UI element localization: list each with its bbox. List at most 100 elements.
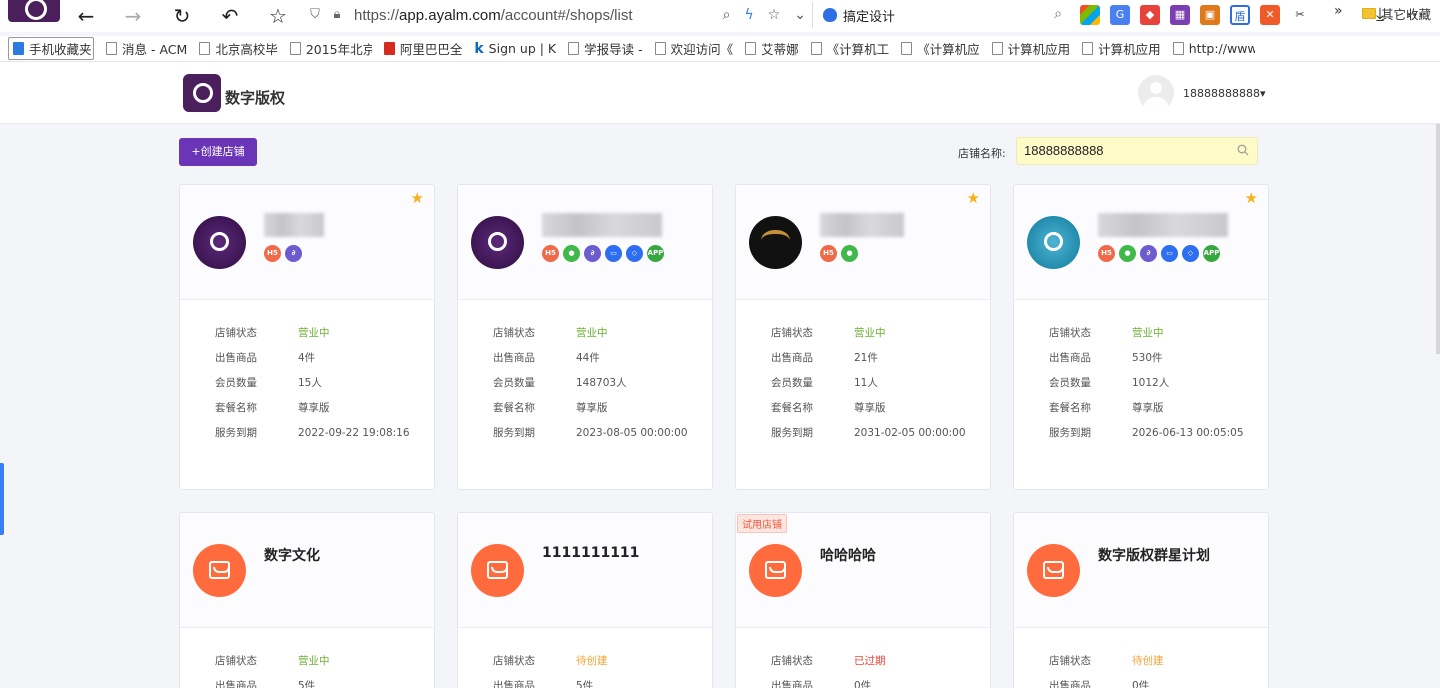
shop-name-redacted bbox=[542, 213, 662, 237]
bookmark-item[interactable]: 计算机应用 bbox=[1082, 39, 1161, 58]
site-favicon-tab[interactable] bbox=[8, 0, 60, 22]
bookmarks-overflow-icon[interactable]: » bbox=[1334, 3, 1343, 19]
bookmark-star-icon[interactable]: ☆ bbox=[266, 4, 290, 28]
undo-icon[interactable]: ↶ bbox=[218, 4, 242, 28]
address-bar[interactable]: ⛉ 🔒︎ https://app.ayalm.com/account#/shop… bbox=[306, 2, 806, 28]
scissors-icon[interactable]: ✂ bbox=[1290, 5, 1310, 25]
bookmark-item[interactable]: 艾蒂娜 bbox=[745, 39, 799, 58]
wechat-badge-icon: ● bbox=[841, 245, 858, 262]
info-row-plan: 套餐名称 尊享版 bbox=[736, 395, 990, 420]
other-bookmarks[interactable]: 其它收藏 bbox=[1362, 4, 1431, 23]
zoom-icon[interactable]: ⌕ bbox=[723, 7, 731, 23]
bookmark-label: 学报导读 - bbox=[584, 42, 643, 57]
search-box[interactable]: 搞定设计 ⌕ bbox=[812, 2, 1068, 28]
info-value-goods: 44件 bbox=[576, 352, 600, 364]
info-label: 出售商品 bbox=[215, 352, 257, 364]
logo-ring-icon bbox=[1044, 232, 1063, 251]
info-label: 会员数量 bbox=[1049, 377, 1091, 389]
apps-icon[interactable] bbox=[1080, 5, 1100, 25]
info-label: 会员数量 bbox=[215, 377, 257, 389]
web-badge-icon: ◇ bbox=[1182, 245, 1199, 262]
brand-logo-icon[interactable] bbox=[183, 74, 221, 112]
info-value-status: 营业中 bbox=[854, 327, 886, 339]
shield-icon[interactable]: ⛉ bbox=[306, 6, 324, 24]
create-shop-button[interactable]: +创建店铺 bbox=[179, 138, 257, 166]
film-icon[interactable]: ▣ bbox=[1200, 5, 1220, 25]
lightning-icon[interactable]: ϟ bbox=[744, 7, 753, 23]
info-row-status: 店铺状态 营业中 bbox=[736, 320, 990, 345]
shop-name-search-input[interactable]: 18888888888 bbox=[1016, 137, 1258, 165]
dropdown-chevron-icon[interactable]: ⌄ bbox=[794, 7, 806, 23]
shop-card[interactable]: 数字版权群星计划 店铺状态 待创建 出售商品 0件 bbox=[1013, 512, 1269, 688]
shop-card[interactable]: ★ H5 ● 店铺状态 营业中 出售商品 21件 会员数量 11人 套餐名称 尊享版 服务到期 2031… bbox=[735, 184, 991, 490]
shop-card[interactable]: H5 ● ∂ ▭ ◇ APP 店铺状态 营业中 出售商品 44件 会员数量 148703人 套餐名称 尊享… bbox=[457, 184, 713, 490]
cube-icon[interactable]: ◆ bbox=[1140, 5, 1160, 25]
info-label: 服务到期 bbox=[215, 427, 257, 439]
translate-icon[interactable]: G bbox=[1110, 5, 1130, 25]
star-icon[interactable]: ★ bbox=[1245, 189, 1258, 207]
favorite-icon[interactable]: ☆ bbox=[768, 7, 781, 23]
bookmark-item[interactable]: 学报导读 - bbox=[568, 39, 643, 58]
bookmark-item[interactable]: 欢迎访问《 bbox=[654, 39, 733, 58]
shop-card-header: 数字文化 bbox=[180, 513, 434, 628]
info-row-goods: 出售商品 0件 bbox=[1014, 673, 1268, 688]
url-text[interactable]: https://app.ayalm.com/account#/shops/lis… bbox=[354, 7, 633, 24]
shop-card-body: 店铺状态 营业中 出售商品 4件 会员数量 15人 套餐名称 尊享版 服务到期 2022-09-2… bbox=[180, 300, 434, 445]
brand-name: 数字版权 bbox=[225, 89, 286, 107]
bookmark-item[interactable]: 消息 - ACM bbox=[106, 39, 187, 58]
bookmark-item[interactable]: k Sign up | K bbox=[474, 41, 556, 57]
info-label: 店铺状态 bbox=[493, 327, 535, 339]
user-menu[interactable]: 18888888888▾ bbox=[1183, 87, 1266, 100]
info-value-expiry: 2022-09-22 19:08:16 bbox=[298, 426, 410, 439]
info-label: 服务到期 bbox=[771, 427, 813, 439]
shop-name[interactable]: 数字文化 bbox=[264, 545, 320, 565]
shop-card[interactable]: 数字文化 店铺状态 营业中 出售商品 5件 bbox=[179, 512, 435, 688]
star-icon[interactable]: ★ bbox=[967, 189, 980, 207]
shop-name[interactable]: 数字版权群星计划 bbox=[1098, 545, 1210, 565]
search-icon[interactable]: ⌕ bbox=[1054, 6, 1062, 22]
reload-icon[interactable]: ↻ bbox=[170, 4, 194, 28]
bookmark-label: 2015年北京 bbox=[305, 42, 372, 57]
bookmark-item[interactable]: 《计算机应 bbox=[901, 39, 980, 58]
shop-name[interactable]: 1111111111 bbox=[542, 545, 639, 561]
info-row-expiry: 服务到期 2023-08-05 00:00:00 bbox=[458, 420, 712, 445]
page-icon bbox=[568, 42, 580, 55]
shop-card[interactable]: ★ H5 ∂ 店铺状态 营业中 出售商品 4件 会员数量 15人 套餐名称 尊享版 服务到期 2022-… bbox=[179, 184, 435, 490]
bookmark-item[interactable]: 阿里巴巴全 bbox=[383, 39, 462, 58]
bookmark-label: 艾蒂娜 bbox=[761, 42, 799, 57]
search-icon[interactable] bbox=[1237, 144, 1249, 156]
close-x-icon[interactable]: ✕ bbox=[1260, 5, 1280, 25]
info-label: 出售商品 bbox=[493, 680, 535, 688]
side-drawer-tab[interactable] bbox=[0, 463, 4, 535]
bookmark-label: 手机收藏夹 bbox=[29, 42, 92, 57]
page-icon bbox=[199, 42, 211, 55]
info-label: 会员数量 bbox=[771, 377, 813, 389]
shop-card[interactable]: 1111111111 店铺状态 待创建 出售商品 5件 bbox=[457, 512, 713, 688]
search-text[interactable]: 搞定设计 bbox=[843, 6, 895, 25]
doc-icon[interactable]: 盾 bbox=[1230, 5, 1250, 25]
scrollbar[interactable] bbox=[1436, 124, 1440, 354]
shop-card[interactable]: ★ H5 ● ∂ ▭ ◇ APP 店铺状态 营业中 出售商品 530件 会员数量 1012人 套餐名称 尊享… bbox=[1013, 184, 1269, 490]
bookmark-item[interactable]: 北京高校毕 bbox=[199, 39, 278, 58]
trial-badge: 试用店铺 bbox=[737, 514, 787, 533]
bookmark-item[interactable]: 计算机应用 bbox=[991, 39, 1070, 58]
bookmark-item[interactable]: 《计算机工 bbox=[810, 39, 889, 58]
h5-badge-icon: H5 bbox=[542, 245, 559, 262]
user-avatar[interactable] bbox=[1138, 75, 1174, 111]
bookmark-item[interactable]: 手机收藏夹 bbox=[8, 37, 94, 60]
back-icon[interactable]: ← bbox=[74, 4, 98, 28]
page-icon bbox=[289, 42, 301, 55]
bookmark-item[interactable]: 2015年北京 bbox=[289, 39, 372, 58]
grid-icon[interactable]: ▦ bbox=[1170, 5, 1190, 25]
info-label: 套餐名称 bbox=[215, 402, 257, 414]
info-row-goods: 出售商品 5件 bbox=[180, 673, 434, 688]
shop-name[interactable]: 哈哈哈哈 bbox=[820, 545, 876, 565]
channel-badges: H5 ● ∂ ▭ ◇ APP bbox=[1098, 245, 1220, 262]
info-label: 出售商品 bbox=[771, 680, 813, 688]
star-icon[interactable]: ★ bbox=[411, 189, 424, 207]
bookmark-label: 《计算机应 bbox=[917, 42, 980, 57]
shop-card[interactable]: 试用店铺 哈哈哈哈 店铺状态 已过期 出售商品 0件 bbox=[735, 512, 991, 688]
forward-icon[interactable]: → bbox=[121, 4, 145, 28]
bookmark-item[interactable]: http://www.j bbox=[1172, 41, 1255, 56]
info-label: 店铺状态 bbox=[1049, 655, 1091, 667]
